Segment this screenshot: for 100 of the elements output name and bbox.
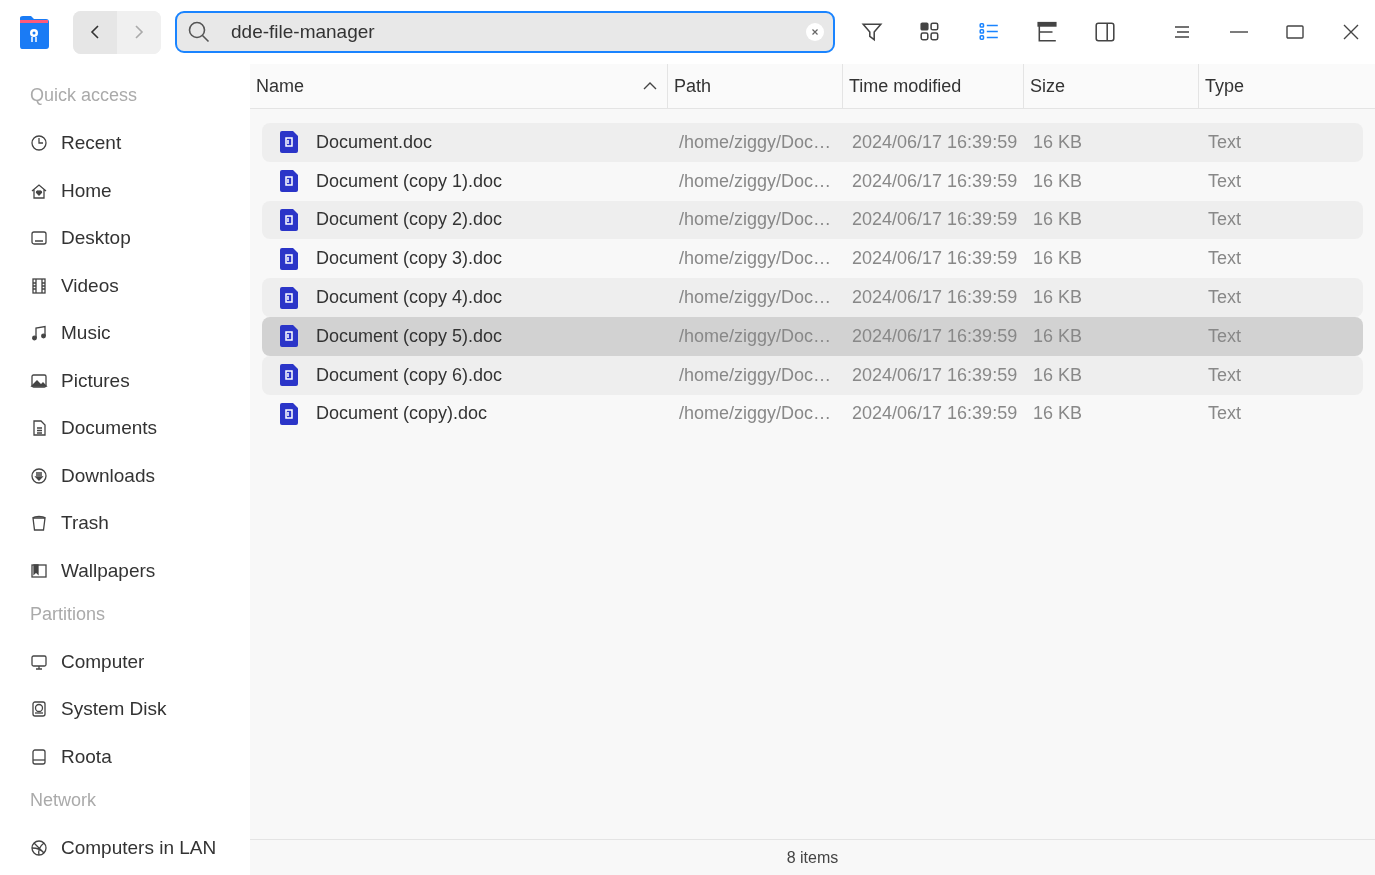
sidebar-item[interactable]: Pictures (30, 357, 250, 405)
table-cell: 16 KB (1033, 403, 1083, 425)
table-cell: /home/ziggy/Doc… (679, 170, 832, 192)
item-count: 8 items (786, 848, 839, 867)
sidebar-item[interactable]: Wallpapers (30, 547, 250, 595)
file-name: Document (copy 1).doc (316, 170, 503, 192)
sidebar-item[interactable]: Trash (30, 499, 250, 547)
table-cell: 16 KB (1033, 209, 1083, 231)
file-row[interactable]: Document (copy 5).doc /home/ziggy/Doc… 2024/06/17 16:39:59 16 KB Text (262, 317, 1363, 356)
table-cell: 2024/06/17 16:39:59 (852, 287, 1018, 309)
file-name: Document (copy 5).doc (316, 325, 503, 347)
table-cell: /home/ziggy/Doc… (679, 131, 832, 153)
document-icon (278, 324, 300, 349)
table-cell: Text (1208, 364, 1241, 386)
section-heading: Quick access (30, 84, 139, 107)
table-cell: 16 KB (1033, 170, 1083, 192)
table-cell: 2024/06/17 16:39:59 (852, 325, 1018, 347)
search-icon (187, 20, 211, 44)
table-cell: 2024/06/17 16:39:59 (852, 131, 1018, 153)
table-cell: 2024/06/17 16:39:59 (852, 170, 1018, 192)
table-cell: 2024/06/17 16:39:59 (852, 403, 1018, 425)
table-cell: /home/ziggy/Doc… (679, 325, 832, 347)
list-view-icon[interactable] (977, 21, 1000, 43)
picture-icon (30, 371, 48, 390)
table-cell: Text (1208, 287, 1241, 309)
sidebar-item[interactable]: Computers in LAN (30, 824, 250, 872)
sidebar-item[interactable]: Downloads (30, 452, 250, 500)
table-cell: Text (1208, 170, 1241, 192)
table-cell: 2024/06/17 16:39:59 (852, 364, 1018, 386)
column-header[interactable]: Path (667, 64, 842, 108)
file-name: Document.doc (316, 131, 433, 153)
table-cell: 2024/06/17 16:39:59 (852, 248, 1018, 270)
section-heading: Partitions (30, 602, 107, 626)
file-row[interactable]: Document.doc /home/ziggy/Doc… 2024/06/17 16:39:59 16 KB Text (262, 123, 1363, 162)
table-cell: Text (1208, 131, 1241, 153)
table-cell: 16 KB (1033, 325, 1083, 347)
maximize-icon[interactable] (1284, 22, 1305, 42)
document-icon (278, 130, 300, 155)
chevron-right-icon (134, 24, 144, 40)
file-row[interactable]: Document (copy 1).doc /home/ziggy/Doc… 2024/06/17 16:39:59 16 KB Text (262, 161, 1363, 201)
monitor-icon (30, 652, 48, 671)
column-header[interactable]: Size (1023, 64, 1198, 108)
file-row[interactable]: Document (copy 2).doc /home/ziggy/Doc… 2024/06/17 16:39:59 16 KB Text (262, 200, 1363, 240)
table-cell: 2024/06/17 16:39:59 (852, 209, 1018, 231)
film-icon (30, 276, 48, 295)
column-header[interactable]: Type (1198, 64, 1375, 108)
sidebar-item[interactable]: Roota (30, 733, 250, 781)
file-name: Document (copy 2).doc (316, 209, 503, 231)
desktop-icon (30, 229, 48, 248)
side-panel-icon[interactable] (1094, 21, 1116, 43)
file-row[interactable]: Document (copy 4).doc /home/ziggy/Doc… 2024/06/17 16:39:59 16 KB Text (262, 278, 1363, 317)
network-icon (30, 838, 48, 857)
table-cell: /home/ziggy/Doc… (679, 248, 832, 270)
table-cell: /home/ziggy/Doc… (679, 364, 832, 386)
column-header[interactable]: Name (250, 64, 667, 108)
table-cell: 16 KB (1033, 287, 1083, 309)
wallpaper-icon (30, 561, 48, 580)
sidebar-item[interactable]: Recent (30, 119, 250, 167)
column-header[interactable]: Time modified (842, 64, 1023, 108)
file-row[interactable]: Document (copy 6).doc /home/ziggy/Doc… 2024/06/17 16:39:59 16 KB Text (262, 355, 1363, 395)
file-name: Document (copy).doc (316, 403, 488, 425)
sidebar-item[interactable]: Home (30, 167, 250, 215)
document-icon (278, 208, 300, 232)
document-icon (278, 285, 300, 310)
document-icon (30, 419, 48, 438)
sidebar-item[interactable]: Computer (30, 638, 250, 686)
chevron-left-icon (90, 24, 100, 40)
document-icon (278, 363, 300, 388)
table-cell: Text (1208, 209, 1241, 231)
sidebar-item[interactable]: Desktop (30, 214, 250, 262)
table-cell: /home/ziggy/Doc… (679, 403, 832, 425)
close-icon[interactable] (1341, 22, 1361, 42)
table-cell: Text (1208, 248, 1241, 270)
table-cell: 16 KB (1033, 248, 1083, 270)
drive-icon (30, 747, 48, 766)
file-name: Document (copy 4).doc (316, 287, 503, 309)
file-row[interactable]: Document (copy 3).doc /home/ziggy/Doc… 2024/06/17 16:39:59 16 KB Text (262, 239, 1363, 279)
file-name: Document (copy 3).doc (316, 248, 503, 270)
table-cell: Text (1208, 325, 1241, 347)
table-cell: /home/ziggy/Doc… (679, 287, 832, 309)
filter-icon[interactable] (861, 21, 883, 43)
table-cell: Text (1208, 403, 1241, 425)
file-row[interactable]: Document (copy).doc /home/ziggy/Doc… 2024/06/17 16:39:59 16 KB Text (262, 394, 1363, 434)
search-field[interactable]: dde-file-manager (175, 11, 835, 53)
search-input[interactable]: dde-file-manager (229, 20, 787, 44)
sidebar-item[interactable]: System Disk (30, 685, 250, 733)
file-name: Document (copy 6).doc (316, 364, 503, 386)
sidebar-item[interactable]: Videos (30, 262, 250, 310)
document-icon (278, 246, 300, 271)
clock-icon (30, 134, 48, 153)
music-icon (30, 324, 48, 343)
table-cell: 16 KB (1033, 131, 1083, 153)
sidebar-item[interactable]: Music (30, 309, 250, 357)
download-icon (30, 466, 48, 485)
table-cell: 16 KB (1033, 364, 1083, 386)
document-icon (278, 169, 300, 194)
sidebar-item[interactable]: Documents (30, 404, 250, 452)
tree-view-icon[interactable] (1035, 21, 1058, 43)
document-icon (278, 401, 300, 426)
trash-icon (30, 514, 48, 533)
